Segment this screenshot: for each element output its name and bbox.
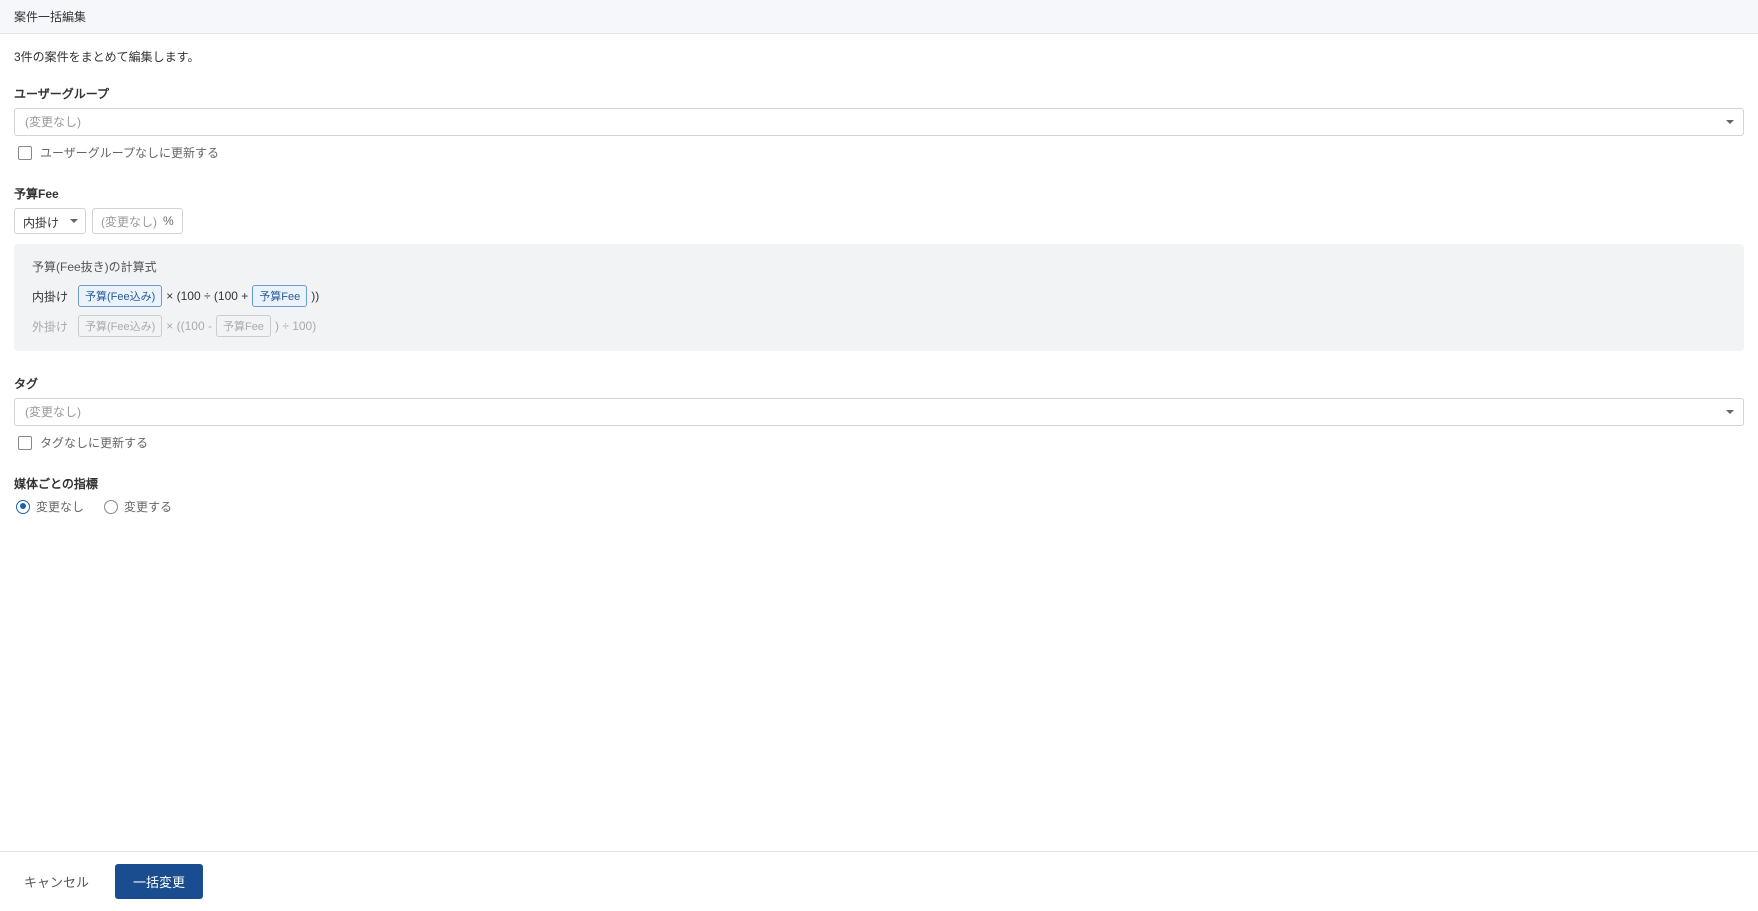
media-metrics-label: 媒体ごとの指標 xyxy=(14,475,1744,492)
formula-chip-budget-fee-muted: 予算Fee xyxy=(216,315,271,337)
budget-fee-row: 内掛け (変更なし) % xyxy=(14,208,1744,234)
budget-fee-type-value: 内掛け xyxy=(14,208,86,234)
user-group-select[interactable]: (変更なし) xyxy=(14,108,1744,136)
budget-fee-percent-placeholder: (変更なし) xyxy=(101,213,157,230)
radio-icon xyxy=(16,500,30,514)
budget-fee-type-select[interactable]: 内掛け xyxy=(14,208,86,234)
formula-text: × ((100 - xyxy=(166,319,212,333)
formula-title: 予算(Fee抜き)の計算式 xyxy=(32,258,1726,275)
radio-icon xyxy=(104,500,118,514)
tag-checkbox-row: タグなしに更新する xyxy=(14,434,1744,451)
budget-formula-box: 予算(Fee抜き)の計算式 内掛け 予算(Fee込み) × (100 ÷ (10… xyxy=(14,244,1744,351)
formula-label-internal: 内掛け xyxy=(32,288,74,305)
subtitle-text: 3件の案件をまとめて編集します。 xyxy=(14,48,1744,65)
submit-button[interactable]: 一括変更 xyxy=(115,864,203,899)
budget-fee-percent-input[interactable]: (変更なし) % xyxy=(92,208,183,234)
formula-chip-budget-incl-muted: 予算(Fee込み) xyxy=(78,315,162,337)
formula-text: )) xyxy=(311,289,319,303)
section-media-metrics: 媒体ごとの指標 変更なし 変更する xyxy=(14,475,1744,515)
dialog-footer: キャンセル 一括変更 xyxy=(0,851,1758,911)
dialog-header: 案件一括編集 xyxy=(0,0,1758,34)
dialog-content: 3件の案件をまとめて編集します。 ユーザーグループ (変更なし) ユーザーグルー… xyxy=(0,34,1758,851)
tag-checkbox-label: タグなしに更新する xyxy=(40,434,148,451)
radio-label-no-change: 変更なし xyxy=(36,498,84,515)
tag-label: タグ xyxy=(14,375,1744,392)
radio-no-change[interactable]: 変更なし xyxy=(16,498,84,515)
formula-text: × (100 ÷ (100 + xyxy=(166,289,248,303)
dialog-title: 案件一括編集 xyxy=(14,10,86,24)
tag-select-value: (変更なし) xyxy=(14,398,1744,426)
formula-line-external: 外掛け 予算(Fee込み) × ((100 - 予算Fee ) ÷ 100) xyxy=(32,315,1726,337)
tag-clear-checkbox[interactable] xyxy=(18,436,32,450)
user-group-checkbox-row: ユーザーグループなしに更新する xyxy=(14,144,1744,161)
user-group-clear-checkbox[interactable] xyxy=(18,146,32,160)
radio-label-change: 変更する xyxy=(124,498,172,515)
media-metrics-radio-group: 変更なし 変更する xyxy=(14,498,1744,515)
formula-line-internal: 内掛け 予算(Fee込み) × (100 ÷ (100 + 予算Fee )) xyxy=(32,285,1726,307)
section-user-group: ユーザーグループ (変更なし) ユーザーグループなしに更新する xyxy=(14,85,1744,161)
formula-chip-budget-incl: 予算(Fee込み) xyxy=(78,285,162,307)
formula-chip-budget-fee: 予算Fee xyxy=(252,285,307,307)
section-budget-fee: 予算Fee 内掛け (変更なし) % 予算(Fee抜き)の計算式 内掛け 予算(… xyxy=(14,185,1744,351)
user-group-label: ユーザーグループ xyxy=(14,85,1744,102)
formula-label-external: 外掛け xyxy=(32,318,74,335)
percent-sign: % xyxy=(163,214,174,228)
radio-change[interactable]: 変更する xyxy=(104,498,172,515)
section-tag: タグ (変更なし) タグなしに更新する xyxy=(14,375,1744,451)
tag-select[interactable]: (変更なし) xyxy=(14,398,1744,426)
user-group-select-value: (変更なし) xyxy=(14,108,1744,136)
cancel-button[interactable]: キャンセル xyxy=(14,866,99,897)
user-group-checkbox-label: ユーザーグループなしに更新する xyxy=(40,144,219,161)
budget-fee-label: 予算Fee xyxy=(14,185,1744,202)
formula-text: ) ÷ 100) xyxy=(275,319,316,333)
